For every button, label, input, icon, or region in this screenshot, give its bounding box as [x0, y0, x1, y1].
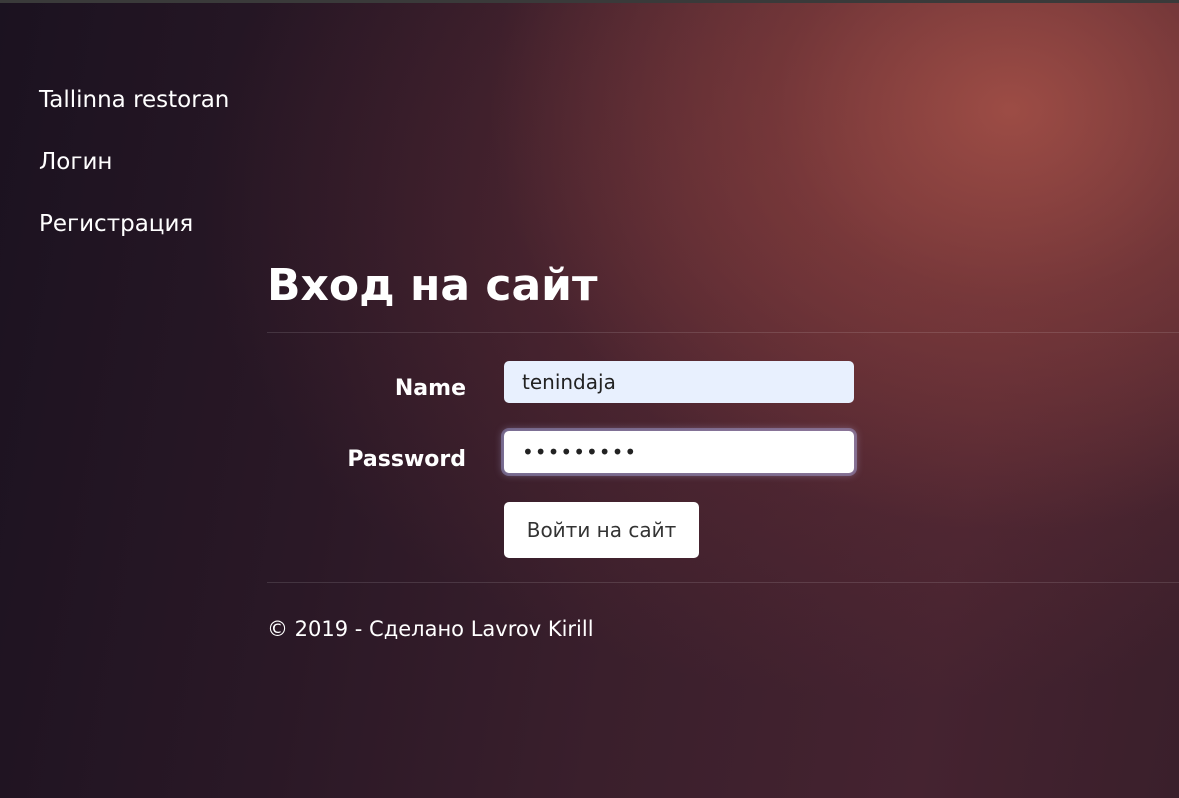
footer-copyright: © 2019 - Сделано Lavrov Kirill: [267, 617, 594, 641]
name-label: Name: [394, 376, 466, 401]
page-title: Вход на сайт: [267, 260, 598, 311]
password-label: Password: [347, 447, 466, 472]
brand-link[interactable]: Tallinna restoran: [39, 86, 229, 114]
footer-divider: [267, 582, 1179, 583]
login-button[interactable]: Войти на сайт: [504, 502, 699, 558]
title-divider: [267, 332, 1179, 333]
sidebar-nav: Tallinna restoran Логин Регистрация: [39, 86, 229, 272]
nav-link-register[interactable]: Регистрация: [39, 210, 229, 238]
password-input[interactable]: [504, 431, 854, 473]
name-input[interactable]: [504, 361, 854, 403]
window-top-edge: [0, 0, 1179, 3]
nav-link-login[interactable]: Логин: [39, 148, 229, 176]
